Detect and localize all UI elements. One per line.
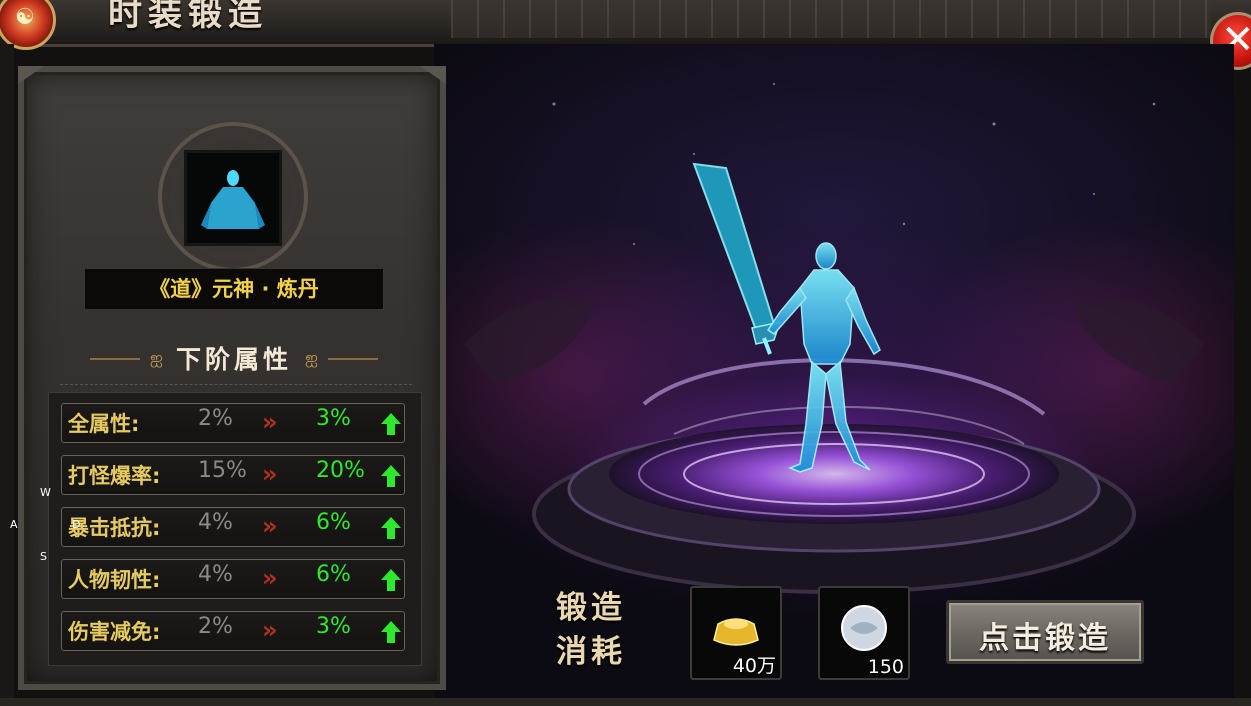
current-value: 15% [198, 458, 247, 483]
attribute-panel: 《道》元神 · 炼丹 ஐ ஐ 下阶属性 全属性: 2% » 3% 打怪爆率: 1… [18, 66, 446, 690]
forge-button[interactable]: 点击锻造 [946, 600, 1144, 664]
section-title: 下阶属性 [175, 345, 292, 374]
arrow-up-icon [381, 569, 401, 591]
key-w-label: W [40, 486, 51, 499]
current-value: 4% [198, 562, 233, 587]
attribute-row: 打怪爆率: 15% » 20% [61, 455, 405, 495]
section-header: ஐ ஐ 下阶属性 [64, 340, 404, 376]
current-value: 2% [198, 614, 233, 639]
attribute-row: 伤害减免: 2% » 3% [61, 611, 405, 651]
item-count: 150 [867, 656, 904, 678]
next-value: 3% [316, 614, 351, 639]
right-rock [1074, 299, 1204, 384]
portal-glow [609, 424, 1059, 524]
background-stars [552, 83, 1156, 245]
current-value: 2% [198, 406, 233, 431]
arrow-up-icon [381, 621, 401, 643]
cost-item-gold[interactable]: 40万 [690, 586, 782, 680]
arrow-up-icon [381, 413, 401, 435]
sword-icon [692, 162, 782, 355]
next-value: 20% [316, 458, 365, 483]
attribute-name: 暴击抵抗: [68, 516, 161, 540]
attribute-row: 全属性: 2% » 3% [61, 403, 405, 443]
panel-corner [18, 66, 44, 84]
double-chevron-right-icon: » [262, 512, 277, 540]
attribute-name: 全属性: [68, 412, 140, 436]
attribute-row: 人物韧性: 4% » 6% [61, 559, 405, 599]
title-bar-pattern [451, 0, 1211, 38]
double-chevron-right-icon: » [262, 616, 277, 644]
double-chevron-right-icon: » [262, 408, 277, 436]
spirit-body-icon [201, 170, 265, 229]
item-name: 《道》元神 · 炼丹 [84, 268, 384, 310]
arrow-up-icon [381, 517, 401, 539]
logo-glyph: ☯ [15, 5, 35, 30]
key-d-label: D [72, 518, 81, 531]
next-value: 6% [316, 510, 351, 535]
forge-cost-label: 锻造 消耗 [556, 586, 626, 674]
key-s-label: S [40, 550, 47, 563]
key-a-label: A [10, 518, 18, 531]
attribute-name: 打怪爆率: [68, 464, 161, 488]
left-rock [464, 299, 594, 384]
cost-label-line1: 锻造 [556, 590, 626, 626]
attribute-row: 暴击抵抗: 4% » 6% [61, 507, 405, 547]
attribute-name: 伤害减免: [68, 620, 161, 644]
page-title: 时装锻造 [108, 0, 268, 34]
divider [60, 384, 412, 385]
panel-corner [420, 66, 446, 84]
window-frame-bottom [0, 698, 1251, 706]
attribute-list: 全属性: 2% » 3% 打怪爆率: 15% » 20% 暴击抵抗: 4% » … [48, 392, 422, 666]
attribute-name: 人物韧性: [68, 568, 161, 592]
avatar[interactable] [184, 150, 282, 246]
forge-button-label: 点击锻造 [979, 621, 1111, 656]
double-chevron-right-icon: » [262, 564, 277, 592]
arrow-up-icon [381, 465, 401, 487]
current-value: 4% [198, 510, 233, 535]
cost-label-line2: 消耗 [556, 634, 626, 670]
cost-item-stone[interactable]: 150 [818, 586, 910, 680]
item-count: 40万 [732, 655, 776, 677]
double-chevron-right-icon: » [262, 460, 277, 488]
next-value: 6% [316, 562, 351, 587]
window-frame-left [0, 44, 14, 706]
next-value: 3% [316, 406, 351, 431]
